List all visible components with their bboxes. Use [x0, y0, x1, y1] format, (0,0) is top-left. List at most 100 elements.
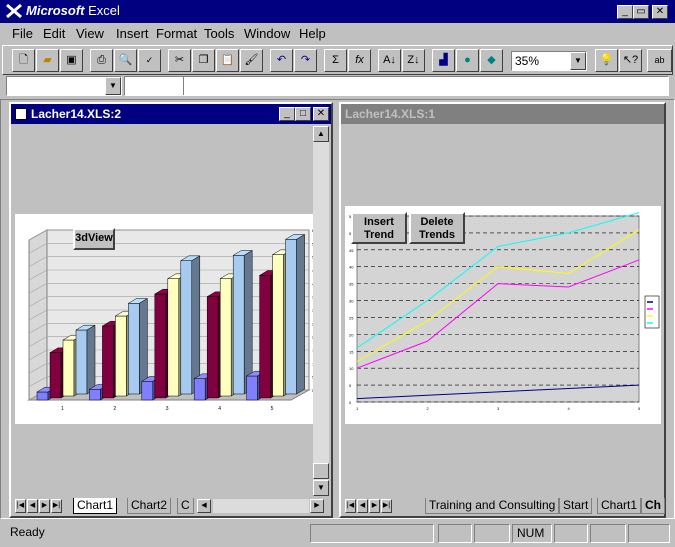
- window-close-button[interactable]: ✕: [313, 107, 329, 121]
- bar-front: [62, 339, 75, 397]
- sigma-icon: Σ: [332, 54, 339, 66]
- print-button[interactable]: ⎙: [90, 49, 113, 72]
- tab-chart2[interactable]: Chart2: [127, 498, 172, 514]
- new-document-icon: 🗋: [19, 54, 28, 66]
- workbook-window-1[interactable]: Lacher14.XLS:1 0510152025303540455055123…: [339, 102, 666, 518]
- autosum-button[interactable]: Σ: [324, 49, 347, 72]
- text-field-icon: ab: [654, 55, 665, 65]
- menu-view[interactable]: View: [76, 26, 104, 41]
- vertical-scrollbar[interactable]: ▲ ▼: [313, 126, 329, 496]
- formula-input[interactable]: [124, 76, 669, 96]
- first-sheet-button[interactable]: |◀: [345, 499, 356, 513]
- window-minimize-button[interactable]: _: [279, 107, 295, 121]
- tab-c[interactable]: C: [177, 498, 194, 514]
- text-box-button[interactable]: ab: [647, 49, 672, 72]
- chart-sheet[interactable]: 051015202530354045505512345 Insert Trend…: [343, 126, 661, 496]
- scroll-up-button[interactable]: ▲: [313, 126, 329, 142]
- tab-ch[interactable]: Ch: [641, 498, 665, 514]
- name-box-dropdown[interactable]: ▼: [105, 77, 121, 95]
- sort-ascending-button[interactable]: A↓: [378, 49, 401, 72]
- maximize-button[interactable]: ▭: [633, 5, 649, 19]
- arrow-left-icon: ◀: [29, 502, 36, 509]
- zoom-dropdown-button[interactable]: ▼: [570, 52, 586, 70]
- chart-wizard-button[interactable]: ▟: [432, 49, 455, 72]
- paintbrush-icon: 🖌: [244, 54, 259, 66]
- workbook-window-2[interactable]: Lacher14.XLS:2 _ □ ✕ 0510152025303540455…: [9, 102, 333, 518]
- prev-sheet-button[interactable]: ◀: [357, 499, 368, 513]
- x-tick-label: 2: [113, 406, 116, 412]
- bar-front: [102, 325, 114, 399]
- menu-file[interactable]: File: [12, 26, 33, 41]
- insert-trend-button[interactable]: Insert Trend: [351, 212, 407, 244]
- menu-help[interactable]: Help: [299, 26, 326, 41]
- next-sheet-button[interactable]: ▶: [369, 499, 380, 513]
- print-preview-button[interactable]: 🔍: [114, 49, 137, 72]
- y-tick-label: 10: [349, 366, 354, 371]
- paste-button[interactable]: 📋: [216, 49, 239, 72]
- copy-button[interactable]: ❐: [192, 49, 215, 72]
- scroll-down-button[interactable]: ▼: [313, 480, 329, 496]
- sort-descending-button[interactable]: Z↓: [402, 49, 425, 72]
- tab-start[interactable]: Start: [559, 498, 593, 514]
- bar-front: [193, 378, 206, 401]
- menu-edit[interactable]: Edit: [43, 26, 65, 41]
- name-box[interactable]: ▼: [6, 76, 122, 96]
- tab-training-and-consulting[interactable]: Training and Consulting: [425, 498, 560, 514]
- status-pane-1: [310, 524, 434, 543]
- last-sheet-button[interactable]: ▶|: [381, 499, 392, 513]
- chart-sheet[interactable]: 05101520253035404550556012345 3dView: [13, 126, 317, 496]
- horizontal-scroll-right[interactable]: ▶: [310, 499, 324, 513]
- excel-logo-icon: [6, 3, 22, 19]
- chart-area[interactable]: 051015202530354045505512345 Insert Trend…: [345, 206, 661, 424]
- function-wizard-button[interactable]: fx: [348, 49, 371, 72]
- tipwizard-button[interactable]: 💡: [595, 49, 618, 72]
- menu-window[interactable]: Window: [244, 26, 290, 41]
- window-maximize-button[interactable]: □: [295, 107, 311, 121]
- chevron-down-icon: ▼: [574, 56, 582, 65]
- y-tick-label: 20: [349, 332, 354, 337]
- 3dview-button[interactable]: 3dView: [73, 228, 115, 250]
- menu-insert[interactable]: Insert: [116, 26, 149, 41]
- cut-button[interactable]: ✂: [168, 49, 191, 72]
- save-button[interactable]: ▣: [60, 49, 83, 72]
- menu-format[interactable]: Format: [156, 26, 197, 41]
- status-pane-2: [438, 524, 472, 543]
- new-button[interactable]: 🗋: [12, 49, 35, 72]
- delete-trends-button[interactable]: Delete Trends: [409, 212, 465, 244]
- zoom-select[interactable]: 35% ▼: [511, 51, 587, 71]
- minimize-button[interactable]: _: [617, 5, 633, 19]
- tab-chart1[interactable]: Chart1: [597, 498, 642, 514]
- x-tick-label: 1: [356, 406, 359, 411]
- window-title: Lacher14.XLS:2: [31, 107, 122, 121]
- app-title-bar: Microsoft Excel _ ▭ ✕: [0, 0, 675, 23]
- prev-sheet-button[interactable]: ◀: [27, 499, 38, 513]
- x-tick-label: 5: [271, 406, 274, 412]
- first-sheet-button[interactable]: |◀: [15, 499, 26, 513]
- first-arrow-icon: |◀: [346, 502, 355, 509]
- spelling-button[interactable]: ✓: [138, 49, 161, 72]
- undo-button[interactable]: ↶: [270, 49, 293, 72]
- map-button[interactable]: ●: [456, 49, 479, 72]
- drawing-button[interactable]: ◆: [480, 49, 503, 72]
- y-tick-label: 25: [349, 315, 354, 320]
- arrow-right-icon: ▶: [371, 502, 378, 509]
- scroll-thumb[interactable]: [313, 463, 329, 479]
- lightbulb-icon: 💡: [599, 54, 614, 66]
- format-painter-button[interactable]: 🖌: [240, 49, 263, 72]
- help-button[interactable]: ↖?: [619, 49, 642, 72]
- menu-tools[interactable]: Tools: [204, 26, 234, 41]
- bar-front: [232, 255, 245, 395]
- arrow-left-icon: ◀: [359, 502, 366, 509]
- close-button[interactable]: ✕: [652, 5, 668, 19]
- tab-chart1[interactable]: Chart1: [73, 498, 118, 514]
- horizontal-scroll-track[interactable]: [213, 499, 309, 513]
- next-sheet-button[interactable]: ▶: [39, 499, 50, 513]
- sheet-tab-bar: |◀ ◀ ▶ ▶| Chart1 Chart2 C ◀ ▶: [13, 498, 329, 515]
- y-tick-label: 5: [349, 383, 352, 388]
- last-sheet-button[interactable]: ▶|: [51, 499, 62, 513]
- redo-button[interactable]: ↷: [294, 49, 317, 72]
- open-button[interactable]: ▰: [36, 49, 59, 72]
- clipboard-icon: 📋: [220, 54, 235, 66]
- chart-area[interactable]: 05101520253035404550556012345 3dView: [15, 214, 317, 424]
- horizontal-scroll-left[interactable]: ◀: [197, 499, 211, 513]
